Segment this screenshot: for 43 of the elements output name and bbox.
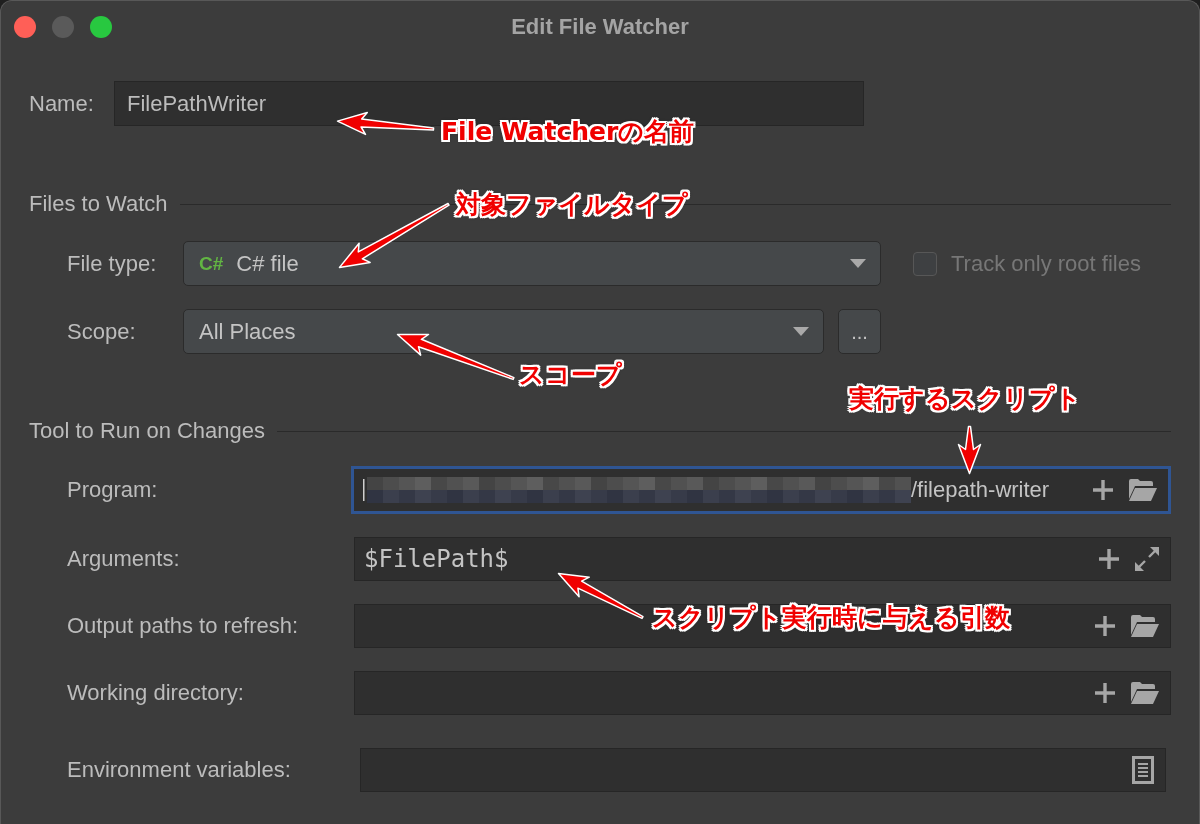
field-label: File type: <box>67 250 157 277</box>
field-label: Program: <box>67 477 158 503</box>
arrow-icon <box>335 110 435 136</box>
field-label: Environment variables: <box>67 757 291 783</box>
field-label: Name: <box>29 90 94 117</box>
annotation-text: 対象ファイルタイプ <box>456 190 688 220</box>
document-icon[interactable] <box>1132 756 1154 784</box>
window-title: Edit File Watcher <box>511 13 689 40</box>
environment-field[interactable] <box>360 748 1166 792</box>
caret-icon <box>793 327 809 336</box>
section-heading: Tool to Run on Changes <box>29 418 266 444</box>
annotation-text: スクリプト実行時に与える引数 <box>652 603 1010 633</box>
arrow-icon <box>956 424 982 475</box>
checkbox-label: Track only root files <box>951 250 1141 277</box>
folder-icon[interactable] <box>1131 615 1159 637</box>
file-type-icon: C# <box>199 252 224 275</box>
plus-icon[interactable] <box>1099 549 1119 569</box>
browse-button[interactable]: ... <box>838 309 881 354</box>
annotation-text: スコープ <box>519 360 622 390</box>
close-button[interactable] <box>14 15 36 38</box>
field-label: Arguments: <box>67 546 180 572</box>
field-label: Output paths to refresh: <box>67 613 299 639</box>
caret-icon <box>850 259 866 268</box>
arguments-field[interactable]: $FilePath$ <box>354 537 1171 581</box>
path-field[interactable]: /filepath-writer <box>351 466 1171 514</box>
arrow-icon <box>337 201 450 269</box>
plus-icon[interactable] <box>1095 683 1115 703</box>
field-label: Scope: <box>67 318 136 345</box>
folder-icon[interactable] <box>1129 479 1157 501</box>
file-type-dropdown[interactable]: C# C# file <box>183 241 881 286</box>
arrow-icon <box>556 571 644 620</box>
section-heading: Files to Watch <box>29 191 168 217</box>
annotation-text: 実行するスクリプト <box>849 384 1081 414</box>
path-field[interactable] <box>354 604 1171 648</box>
plus-icon[interactable] <box>1093 480 1113 500</box>
plus-icon[interactable] <box>1095 616 1115 636</box>
expand-icon[interactable] <box>1135 547 1159 571</box>
zoom-button[interactable] <box>90 15 112 38</box>
folder-icon[interactable] <box>1131 682 1159 704</box>
field-label: Working directory: <box>67 680 244 706</box>
path-field[interactable] <box>354 671 1171 715</box>
arrow-icon <box>395 332 515 381</box>
scope-dropdown[interactable]: All Places <box>183 309 824 354</box>
